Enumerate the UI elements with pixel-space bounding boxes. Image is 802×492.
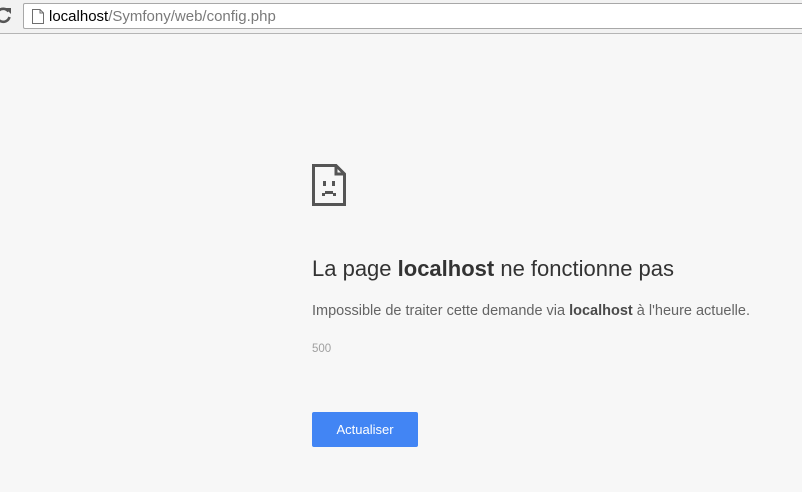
error-desc-prefix: Impossible de traiter cette demande via (312, 303, 570, 319)
page-icon (32, 9, 44, 24)
sad-page-icon (312, 164, 346, 206)
browser-toolbar: localhost/Symfony/web/config.php (0, 0, 802, 34)
error-title-prefix: La page (312, 256, 398, 281)
error-title: La page localhost ne fonctionne pas (312, 254, 674, 284)
reload-icon[interactable] (0, 6, 12, 24)
error-code: 500 (312, 343, 332, 355)
error-desc-suffix: à l'heure actuelle. (632, 303, 750, 319)
address-bar[interactable]: localhost/Symfony/web/config.php (23, 3, 802, 29)
error-title-host: localhost (397, 256, 495, 281)
url-text[interactable]: localhost/Symfony/web/config.php (49, 8, 276, 25)
url-path: /Symfony/web/config.php (108, 8, 276, 25)
error-desc-host: localhost (569, 303, 633, 319)
url-host: localhost (49, 8, 109, 25)
error-description: Impossible de traiter cette demande via … (312, 301, 750, 321)
reload-button[interactable]: Actualiser (312, 412, 418, 447)
error-title-suffix: ne fonctionne pas (494, 256, 675, 281)
